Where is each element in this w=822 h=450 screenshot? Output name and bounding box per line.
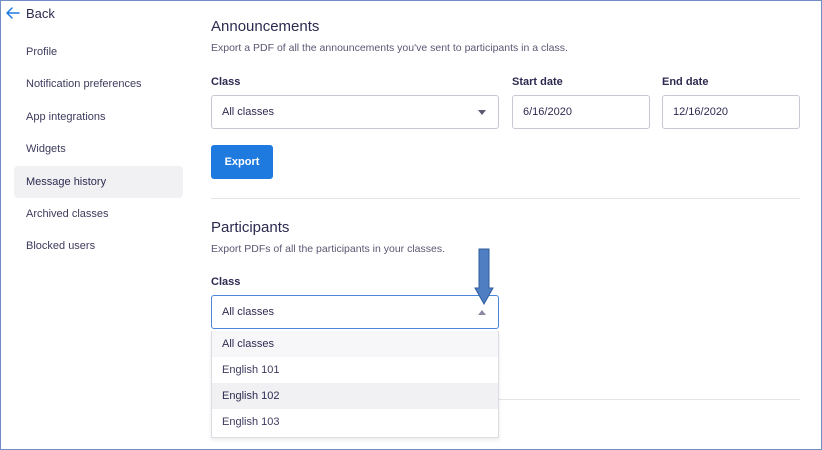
end-date-label: End date [662, 76, 709, 88]
participants-title: Participants [211, 219, 290, 236]
arrow-left-icon [6, 7, 20, 19]
export-button[interactable]: Export [211, 145, 273, 179]
back-label: Back [26, 5, 55, 21]
participants-class-label: Class [211, 276, 241, 288]
sidebar-item-profile[interactable]: Profile [14, 36, 183, 68]
participants-class-value: All classes [222, 306, 274, 318]
dropdown-option[interactable]: English 101 [212, 357, 498, 383]
participants-class-select[interactable]: All classes [211, 295, 499, 329]
annotation-down-arrow-icon [474, 248, 494, 306]
end-date-input[interactable]: 12/16/2020 [662, 95, 800, 129]
start-date-label: Start date [512, 76, 563, 88]
class-dropdown-menu: All classes English 101 English 102 Engl… [211, 331, 499, 438]
announcements-description: Export a PDF of all the announcements yo… [211, 42, 568, 54]
start-date-input[interactable]: 6/16/2020 [512, 95, 650, 129]
dropdown-option[interactable]: English 103 [212, 409, 498, 435]
sidebar-item-blocked-users[interactable]: Blocked users [14, 230, 183, 262]
announcements-class-select[interactable]: All classes [211, 95, 499, 129]
announcements-class-label: Class [211, 76, 241, 88]
chevron-up-icon [478, 310, 486, 315]
sidebar-item-notification-preferences[interactable]: Notification preferences [14, 68, 183, 100]
dropdown-option[interactable]: English 102 [212, 383, 498, 409]
sidebar-item-message-history[interactable]: Message history [14, 166, 183, 198]
participants-description: Export PDFs of all the participants in y… [211, 243, 446, 255]
announcements-title: Announcements [211, 18, 320, 35]
back-link[interactable]: Back [5, 5, 55, 21]
sidebar-item-app-integrations[interactable]: App integrations [14, 101, 183, 133]
section-divider [211, 198, 800, 199]
sidebar-item-widgets[interactable]: Widgets [14, 133, 183, 165]
dropdown-option[interactable]: All classes [212, 331, 498, 357]
chevron-down-icon [478, 110, 486, 115]
sidebar-item-archived-classes[interactable]: Archived classes [14, 198, 183, 230]
announcements-class-value: All classes [222, 106, 274, 118]
